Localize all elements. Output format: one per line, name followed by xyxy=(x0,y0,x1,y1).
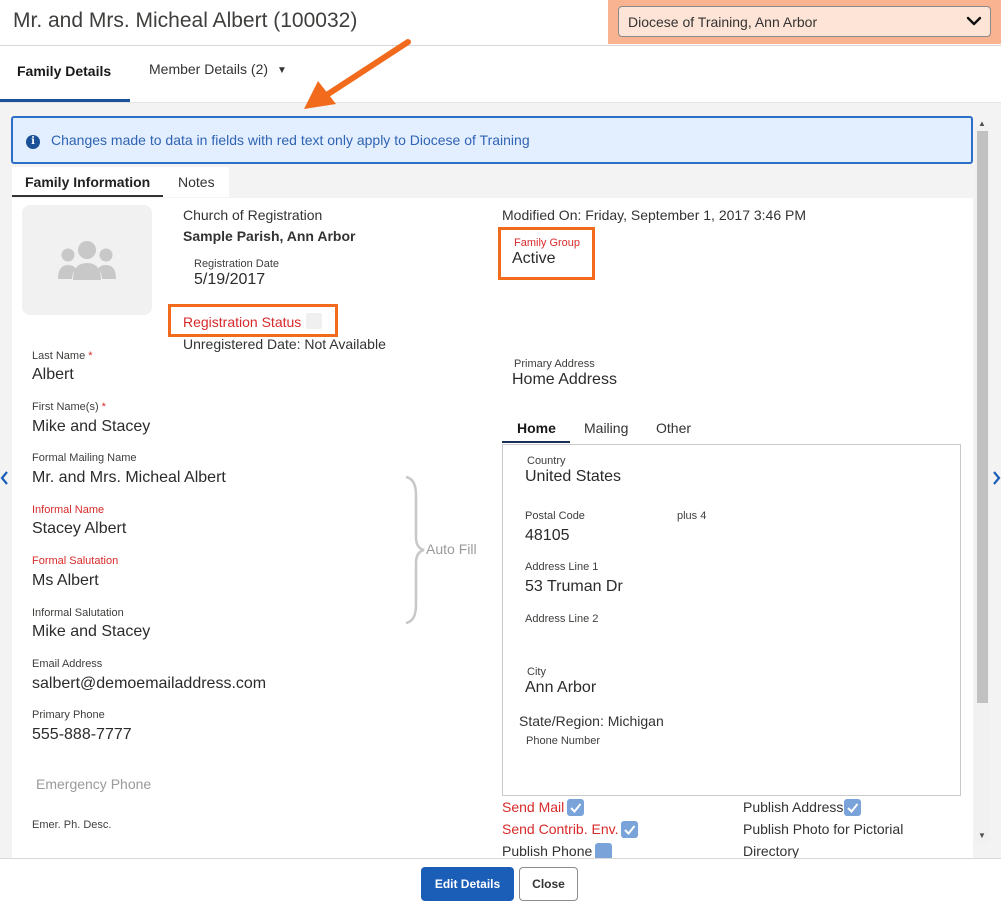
church-value: Sample Parish, Ann Arbor xyxy=(183,228,356,244)
registration-date-value: 5/19/2017 xyxy=(194,271,266,288)
address-line1-label: Address Line 1 xyxy=(525,561,599,573)
unregistered-date: Unregistered Date: Not Available xyxy=(183,336,386,352)
email-label: Email Address xyxy=(32,658,103,670)
tab-family-details[interactable]: Family Details xyxy=(0,46,130,102)
registration-status-label: Registration Status xyxy=(183,314,302,330)
family-group-value: Active xyxy=(512,250,556,267)
phone-number-label: Phone Number xyxy=(526,735,600,747)
postal-code-value[interactable]: 48105 xyxy=(525,527,570,545)
info-icon: i xyxy=(26,135,40,149)
auto-fill-link[interactable]: Auto Fill xyxy=(426,541,477,557)
family-group-label: Family Group xyxy=(514,237,581,249)
formal-salutation-label: Formal Salutation xyxy=(32,555,119,567)
tab-address-other[interactable]: Other xyxy=(656,420,691,436)
tab-notes[interactable]: Notes xyxy=(163,167,229,197)
send-contrib-label: Send Contrib. Env. xyxy=(502,821,619,837)
publish-address-label: Publish Address xyxy=(743,799,844,815)
page-title: Mr. and Mrs. Micheal Albert (100032) xyxy=(13,9,358,32)
formal-salutation-value[interactable]: Ms Albert xyxy=(32,572,99,590)
last-name-value[interactable]: Albert xyxy=(32,366,74,384)
diocese-select-value: Diocese of Training, Ann Arbor xyxy=(628,14,818,30)
tab-member-details[interactable]: Member Details (2) ▼ xyxy=(149,61,287,77)
informal-salutation-value[interactable]: Mike and Stacey xyxy=(32,623,150,641)
send-mail-checkbox[interactable] xyxy=(567,799,584,816)
chevron-down-icon xyxy=(966,16,982,26)
scroll-down-icon[interactable]: ▼ xyxy=(978,831,986,840)
last-name-label-text: Last Name xyxy=(32,350,86,362)
publish-phone-label: Publish Phone xyxy=(502,843,593,859)
registration-date-label: Registration Date xyxy=(194,258,279,270)
emer-desc-label: Emer. Ph. Desc. xyxy=(32,819,112,831)
primary-phone-label: Primary Phone xyxy=(32,709,105,721)
city-label: City xyxy=(527,666,546,678)
first-names-label: First Name(s) * xyxy=(32,401,106,413)
send-mail-label: Send Mail xyxy=(502,799,565,815)
primary-address-value[interactable]: Home Address xyxy=(512,371,617,389)
tab-notes-label: Notes xyxy=(178,174,215,190)
diocese-select[interactable]: Diocese of Training, Ann Arbor xyxy=(618,6,991,37)
close-button[interactable]: Close xyxy=(519,867,578,901)
brace-icon xyxy=(405,475,425,625)
family-avatar[interactable] xyxy=(22,205,152,315)
address-line1-value[interactable]: 53 Truman Dr xyxy=(525,578,623,596)
send-contrib-checkbox[interactable] xyxy=(621,821,638,838)
publish-photo-label: Publish Photo for Pictorial xyxy=(743,821,904,837)
publish-address-checkbox[interactable] xyxy=(844,799,861,816)
family-group-icon xyxy=(58,241,116,280)
registration-status-checkbox[interactable] xyxy=(306,313,322,329)
tab-address-home-label: Home xyxy=(517,420,556,436)
check-icon xyxy=(624,825,636,835)
postal-code-label: Postal Code xyxy=(525,510,585,522)
required-mark: * xyxy=(101,401,106,413)
first-names-value[interactable]: Mike and Stacey xyxy=(32,418,150,436)
city-value[interactable]: Ann Arbor xyxy=(525,679,596,697)
chevron-left-icon[interactable] xyxy=(0,470,9,486)
edit-details-button[interactable]: Edit Details xyxy=(421,867,514,901)
alert-text: Changes made to data in fields with red … xyxy=(51,132,530,148)
scroll-up-icon[interactable]: ▲ xyxy=(978,119,986,128)
chevron-right-icon[interactable] xyxy=(992,470,1001,486)
informal-name-value[interactable]: Stacey Albert xyxy=(32,520,126,538)
tab-address-mailing[interactable]: Mailing xyxy=(584,420,628,436)
scrollbar-thumb[interactable] xyxy=(977,131,988,703)
tab-family-information[interactable]: Family Information xyxy=(12,167,163,197)
email-value[interactable]: salbert@demoemailaddress.com xyxy=(32,675,266,693)
required-mark: * xyxy=(88,350,93,362)
caret-down-icon: ▼ xyxy=(277,65,287,76)
tab-family-information-label: Family Information xyxy=(25,174,151,190)
plus4-label: plus 4 xyxy=(677,510,707,522)
tab-family-details-label: Family Details xyxy=(17,63,112,79)
modified-on: Modified On: Friday, September 1, 2017 3… xyxy=(502,207,807,223)
tab-member-details-label: Member Details (2) xyxy=(149,61,269,77)
informal-name-label: Informal Name xyxy=(32,504,105,516)
church-label: Church of Registration xyxy=(183,207,323,223)
emergency-phone-input[interactable]: Emergency Phone xyxy=(36,776,151,792)
annotation-arrow-icon xyxy=(304,39,411,109)
check-icon xyxy=(570,803,582,813)
state-region[interactable]: State/Region: Michigan xyxy=(519,713,664,729)
country-value[interactable]: United States xyxy=(525,468,621,486)
first-names-label-text: First Name(s) xyxy=(32,401,99,413)
address-line2-label: Address Line 2 xyxy=(525,613,599,625)
primary-phone-value[interactable]: 555-888-7777 xyxy=(32,726,132,744)
informal-salutation-label: Informal Salutation xyxy=(32,607,124,619)
last-name-label: Last Name * xyxy=(32,350,93,362)
publish-photo-label-cont: Directory xyxy=(743,843,800,859)
primary-address-label: Primary Address xyxy=(514,358,595,370)
diocese-highlight: Diocese of Training, Ann Arbor xyxy=(608,0,1001,44)
info-alert: i Changes made to data in fields with re… xyxy=(11,116,973,164)
tab-address-home[interactable]: Home xyxy=(502,412,570,443)
check-icon xyxy=(847,803,859,813)
country-label: Country xyxy=(527,455,566,467)
formal-mailing-value[interactable]: Mr. and Mrs. Micheal Albert xyxy=(32,469,226,487)
formal-mailing-label: Formal Mailing Name xyxy=(32,452,137,464)
